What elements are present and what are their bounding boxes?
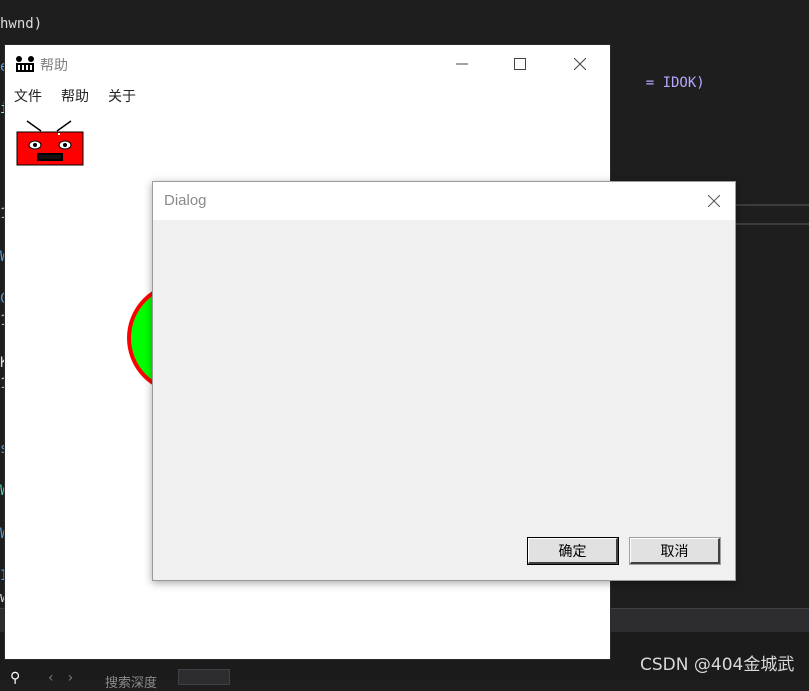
app-titlebar[interactable]: 帮助	[5, 45, 610, 83]
minimize-icon	[456, 63, 468, 65]
app-title: 帮助	[40, 58, 68, 74]
editor-separator	[734, 204, 809, 206]
minimize-button[interactable]	[433, 45, 491, 83]
menu-about[interactable]: 关于	[108, 86, 136, 106]
search-depth-label: 搜索深度	[105, 676, 158, 691]
nav-arrows-icon[interactable]: ‹›	[48, 670, 87, 686]
code-idok-text: = IDOK)	[645, 75, 705, 91]
editor-separator	[734, 223, 809, 225]
close-button[interactable]	[551, 45, 609, 83]
maximize-button[interactable]	[491, 45, 549, 83]
maximize-icon	[514, 58, 526, 70]
search-icon[interactable]: ⚲	[10, 670, 20, 686]
dialog-close-button[interactable]	[693, 182, 735, 220]
robot-bitmap-icon	[16, 120, 84, 166]
cancel-button[interactable]: 取消	[629, 537, 721, 565]
menu-help[interactable]: 帮助	[61, 86, 89, 106]
watermark: CSDN @404金城武	[640, 655, 795, 675]
menu-file[interactable]: 文件	[14, 86, 42, 106]
search-depth-dropdown[interactable]	[178, 669, 230, 685]
code-line-top: hwnd)	[0, 16, 43, 32]
code-fragment-idok: = IDOK)	[612, 59, 705, 107]
close-icon	[708, 195, 720, 207]
close-icon	[574, 58, 586, 70]
dialog-window: Dialog 确定 取消	[152, 181, 736, 581]
dialog-titlebar[interactable]: Dialog	[153, 182, 735, 220]
ok-button[interactable]: 确定	[527, 537, 619, 565]
app-robot-icon	[16, 56, 34, 72]
menu-bar: 文件 帮助 关于	[5, 83, 610, 108]
dialog-title: Dialog	[164, 192, 207, 209]
